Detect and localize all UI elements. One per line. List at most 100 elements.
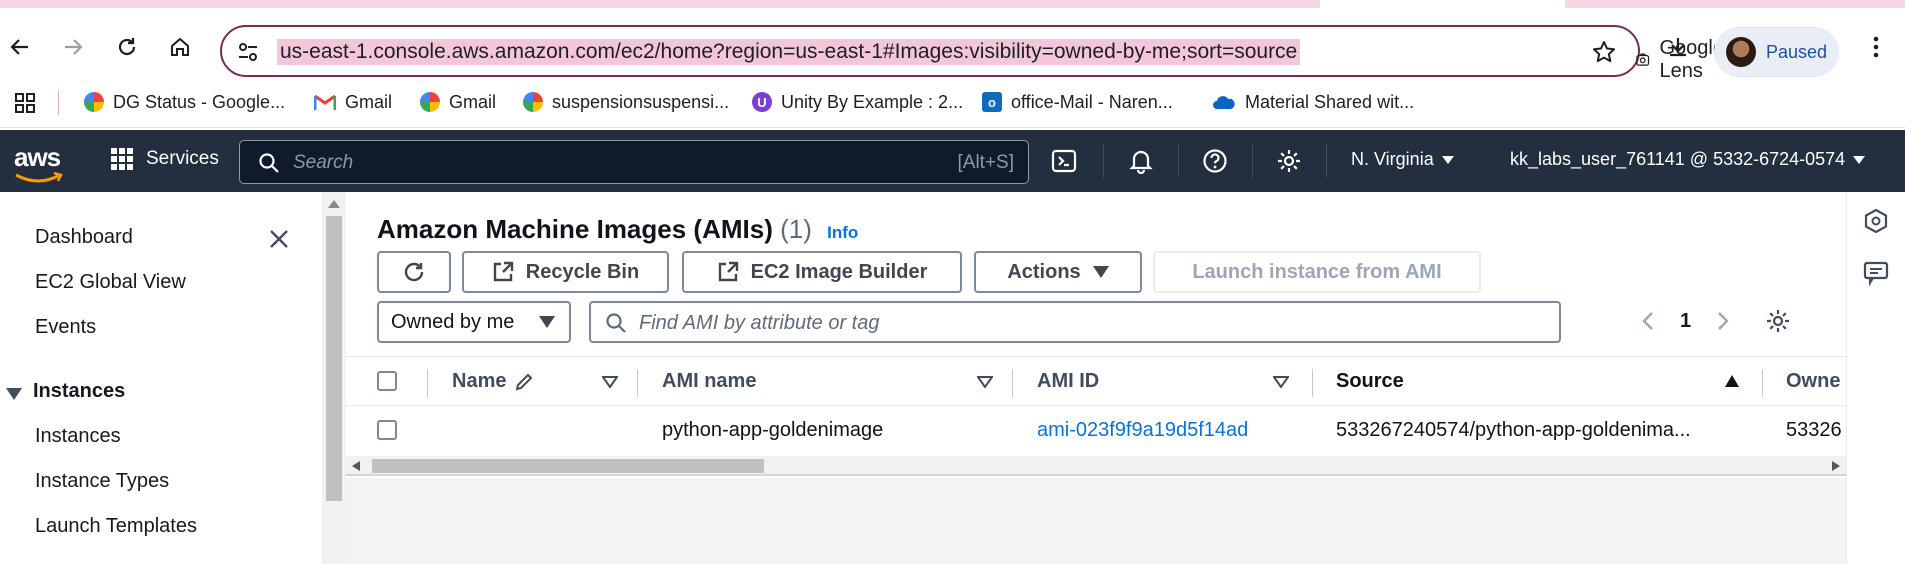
forward-button[interactable] [55, 29, 91, 65]
bookmark-item[interactable]: Gmail [420, 88, 496, 116]
bookmark-item[interactable]: Gmail [314, 88, 392, 116]
google-icon [420, 92, 440, 112]
sort-caret-icon[interactable] [977, 376, 993, 388]
cell-ami-id-link[interactable]: ami-023f9f9a19d5f14ad [1037, 419, 1248, 442]
download-icon [1670, 38, 1686, 57]
page-title-text: Amazon Machine Images (AMIs) [377, 214, 773, 244]
reload-button[interactable] [109, 29, 145, 65]
column-header-ami-id[interactable]: AMI ID [1037, 370, 1099, 393]
caret-down-icon [1441, 155, 1454, 164]
info-link[interactable]: Info [827, 223, 858, 242]
recycle-bin-label: Recycle Bin [525, 260, 640, 283]
scroll-thumb[interactable] [326, 216, 342, 501]
launch-instance-label: Launch instance from AMI [1192, 260, 1442, 283]
aws-logo[interactable]: aws [14, 142, 63, 183]
nav-item-instance-types[interactable]: Instance Types [35, 470, 169, 493]
url-text[interactable]: us-east-1.console.aws.amazon.com/ec2/hom… [277, 39, 1301, 65]
ec2-image-builder-button[interactable]: EC2 Image Builder [682, 251, 962, 293]
actions-dropdown[interactable]: Actions [974, 251, 1142, 293]
back-button[interactable] [2, 29, 38, 65]
bookmark-item[interactable]: suspensionsuspensi... [523, 88, 729, 116]
chevron-right-icon[interactable] [1717, 311, 1729, 331]
account-menu[interactable]: kk_labs_user_761141 @ 5332-6724-0574 [1510, 149, 1866, 170]
help-button[interactable] [1200, 146, 1230, 176]
tab-strip [0, 0, 1905, 8]
nav-item-instances[interactable]: Instances [35, 425, 121, 448]
aws-search-input[interactable]: Search [Alt+S] [239, 140, 1029, 184]
services-menu-button[interactable]: Services [110, 147, 219, 171]
sort-ascending-icon[interactable] [1724, 374, 1740, 388]
avatar [1726, 37, 1756, 67]
table-horizontal-scrollbar[interactable] [346, 456, 1846, 476]
external-link-icon [718, 261, 738, 282]
nav-item-events[interactable]: Events [35, 316, 96, 339]
close-icon[interactable] [268, 228, 290, 250]
search-placeholder: Search [293, 152, 354, 173]
owner-filter-value: Owned by me [391, 310, 515, 333]
outlook-icon: o [982, 92, 1002, 112]
owner-filter-select[interactable]: Owned by me [377, 301, 571, 343]
scroll-left-icon[interactable] [352, 461, 360, 471]
notifications-button[interactable] [1126, 146, 1156, 176]
scroll-thumb[interactable] [372, 459, 764, 473]
active-tab-edge[interactable] [1320, 0, 1565, 8]
image-builder-label: EC2 Image Builder [750, 260, 928, 283]
feedback-icon[interactable] [1863, 260, 1889, 286]
nav-item-launch-templates[interactable]: Launch Templates [35, 515, 197, 538]
site-settings-icon[interactable] [236, 40, 260, 64]
refresh-button[interactable] [377, 251, 451, 293]
home-button[interactable] [162, 29, 198, 65]
sort-caret-icon[interactable] [602, 376, 618, 388]
home-icon [171, 37, 189, 56]
select-all-checkbox[interactable] [377, 371, 397, 391]
bookmark-label: Material Shared wit... [1245, 91, 1415, 112]
hexagon-info-icon[interactable] [1863, 208, 1889, 234]
settings-button[interactable] [1274, 146, 1304, 176]
recycle-bin-button[interactable]: Recycle Bin [462, 251, 669, 293]
details-split-panel [346, 478, 1846, 564]
launch-instance-from-ami-button[interactable]: Launch instance from AMI [1153, 251, 1481, 293]
bookmark-item[interactable]: Material Shared wit... [1212, 88, 1414, 116]
current-page[interactable]: 1 [1680, 310, 1691, 333]
chevron-left-icon[interactable] [1642, 311, 1654, 331]
nav-item-ec2-global-view[interactable]: EC2 Global View [35, 271, 186, 294]
row-checkbox[interactable] [377, 420, 397, 440]
ami-count: (1) [780, 214, 812, 244]
refresh-icon [404, 262, 424, 282]
side-nav-scrollbar[interactable] [322, 192, 346, 564]
page-title: Amazon Machine Images (AMIs) (1) Info [377, 214, 858, 245]
column-divider [1312, 369, 1313, 397]
column-header-owner[interactable]: Owne [1786, 370, 1840, 393]
sort-caret-icon[interactable] [1273, 376, 1289, 388]
column-header-name[interactable]: Name [452, 370, 534, 393]
right-tools-rail [1846, 192, 1905, 564]
apps-grid-icon[interactable] [14, 92, 36, 114]
bookmark-item[interactable]: U Unity By Example : 2... [752, 88, 963, 116]
browser-menu-button[interactable] [1858, 29, 1894, 65]
address-bar[interactable]: us-east-1.console.aws.amazon.com/ec2/hom… [220, 25, 1724, 82]
nav-section-instances[interactable]: Instances [33, 380, 125, 403]
column-header-ami-name[interactable]: AMI name [662, 370, 756, 393]
column-header-source[interactable]: Source [1336, 370, 1404, 393]
onedrive-icon [1213, 96, 1235, 109]
bookmark-label: Gmail [345, 91, 393, 112]
bookmark-item[interactable]: DG Status - Google... [84, 88, 285, 116]
bell-icon [1129, 150, 1153, 174]
ami-filter-input[interactable]: Find AMI by attribute or tag [589, 301, 1561, 343]
cloudshell-button[interactable] [1049, 146, 1079, 176]
downloads-button[interactable] [1660, 29, 1696, 65]
gear-icon [1278, 150, 1300, 172]
bookmark-item[interactable]: o office-Mail - Naren... [982, 88, 1173, 116]
bookmark-star-icon[interactable] [1591, 39, 1617, 65]
search-icon [606, 313, 626, 333]
region-selector[interactable]: N. Virginia [1351, 149, 1454, 170]
nav-item-dashboard[interactable]: Dashboard [35, 226, 133, 249]
profile-button[interactable]: Paused [1714, 27, 1839, 77]
scroll-right-icon[interactable] [1832, 461, 1840, 471]
services-label: Services [146, 148, 219, 169]
table-row[interactable]: python-app-goldenimage ami-023f9f9a19d5f… [346, 406, 1846, 456]
gear-icon[interactable] [1765, 308, 1791, 334]
caret-down-icon[interactable] [6, 388, 22, 400]
column-divider [1012, 369, 1013, 397]
scroll-up-icon[interactable] [328, 200, 340, 208]
